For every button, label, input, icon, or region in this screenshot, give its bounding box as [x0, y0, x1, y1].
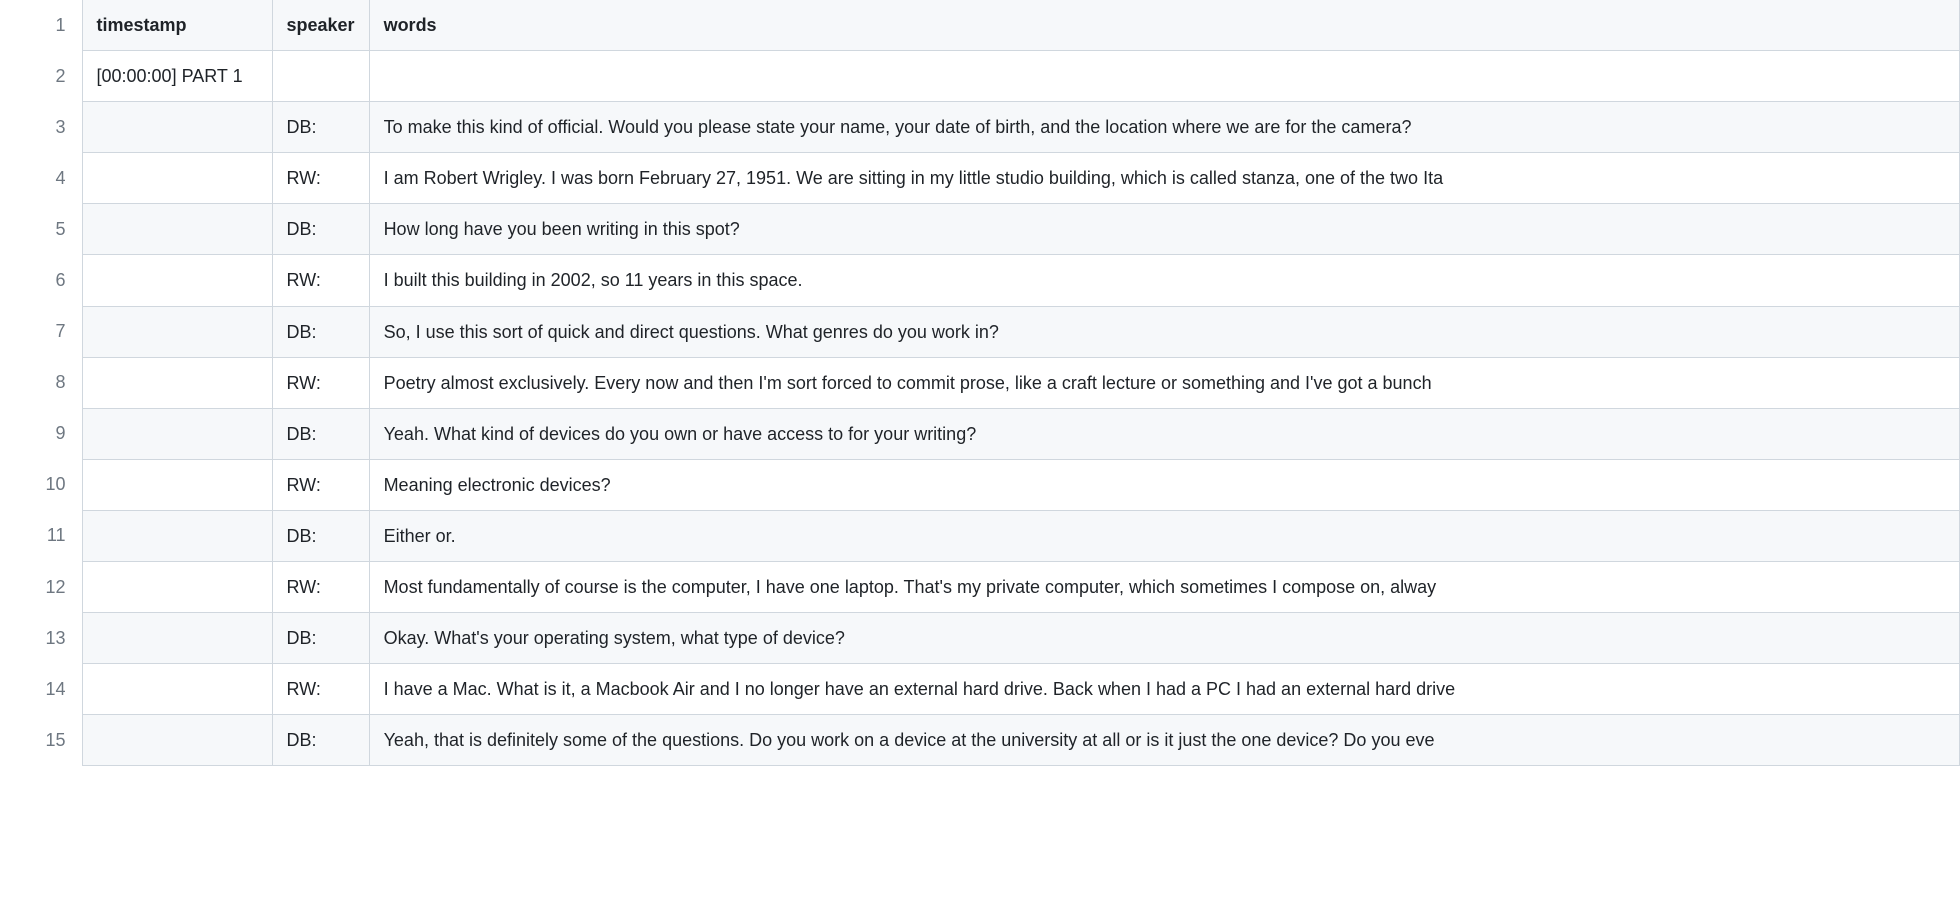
cell-speaker: RW: — [272, 255, 369, 306]
cell-words: Yeah. What kind of devices do you own or… — [369, 408, 1959, 459]
cell-timestamp: [00:00:00] PART 1 — [82, 51, 272, 102]
cell-words: Meaning electronic devices? — [369, 459, 1959, 510]
cell-speaker: DB: — [272, 510, 369, 561]
line-number: 7 — [0, 306, 82, 357]
cell-words: Yeah, that is definitely some of the que… — [369, 715, 1959, 766]
line-number: 4 — [0, 153, 82, 204]
cell-words: I am Robert Wrigley. I was born February… — [369, 153, 1959, 204]
line-number: 6 — [0, 255, 82, 306]
cell-words: I have a Mac. What is it, a Macbook Air … — [369, 664, 1959, 715]
table-row: 3 DB:To make this kind of official. Would… — [0, 102, 1960, 153]
col-header-timestamp: timestamp — [82, 0, 272, 51]
cell-speaker: RW: — [272, 664, 369, 715]
table-header-row: 1timestampspeakerwords — [0, 0, 1960, 51]
table-row: 14 RW:I have a Mac. What is it, a Macbook… — [0, 664, 1960, 715]
cell-timestamp — [82, 664, 272, 715]
line-number: 5 — [0, 204, 82, 255]
cell-speaker: RW: — [272, 562, 369, 613]
table-row: 9 DB:Yeah. What kind of devices do you ow… — [0, 408, 1960, 459]
cell-speaker: DB: — [272, 613, 369, 664]
line-number: 1 — [0, 0, 82, 51]
line-number: 3 — [0, 102, 82, 153]
line-number: 15 — [0, 715, 82, 766]
cell-speaker: DB: — [272, 715, 369, 766]
table-row: 7 DB:So, I use this sort of quick and dir… — [0, 306, 1960, 357]
table-row: 8 RW:Poetry almost exclusively. Every now… — [0, 357, 1960, 408]
cell-speaker: RW: — [272, 459, 369, 510]
cell-speaker — [272, 51, 369, 102]
line-number: 10 — [0, 459, 82, 510]
table-row: 15 DB:Yeah, that is definitely some of th… — [0, 715, 1960, 766]
cell-speaker: DB: — [272, 204, 369, 255]
table-row: 10 RW:Meaning electronic devices? — [0, 459, 1960, 510]
cell-timestamp — [82, 562, 272, 613]
cell-words: Okay. What's your operating system, what… — [369, 613, 1959, 664]
cell-speaker: RW: — [272, 357, 369, 408]
cell-timestamp — [82, 510, 272, 561]
cell-speaker: RW: — [272, 153, 369, 204]
table-row: 12 RW:Most fundamentally of course is the… — [0, 562, 1960, 613]
cell-timestamp — [82, 255, 272, 306]
line-number: 12 — [0, 562, 82, 613]
cell-timestamp — [82, 357, 272, 408]
line-number: 11 — [0, 510, 82, 561]
cell-timestamp — [82, 153, 272, 204]
line-number: 13 — [0, 613, 82, 664]
cell-timestamp — [82, 715, 272, 766]
cell-speaker: DB: — [272, 306, 369, 357]
cell-timestamp — [82, 306, 272, 357]
cell-words: Poetry almost exclusively. Every now and… — [369, 357, 1959, 408]
table-row: 2[00:00:00] PART 1 — [0, 51, 1960, 102]
col-header-words: words — [369, 0, 1959, 51]
col-header-speaker: speaker — [272, 0, 369, 51]
cell-words: Most fundamentally of course is the comp… — [369, 562, 1959, 613]
table-row: 4 RW:I am Robert Wrigley. I was born Febr… — [0, 153, 1960, 204]
cell-timestamp — [82, 102, 272, 153]
cell-words: Either or. — [369, 510, 1959, 561]
cell-words: To make this kind of official. Would you… — [369, 102, 1959, 153]
cell-timestamp — [82, 408, 272, 459]
cell-words — [369, 51, 1959, 102]
cell-timestamp — [82, 204, 272, 255]
table-row: 5 DB:How long have you been writing in th… — [0, 204, 1960, 255]
line-number: 2 — [0, 51, 82, 102]
table-row: 13 DB:Okay. What's your operating system,… — [0, 613, 1960, 664]
cell-speaker: DB: — [272, 102, 369, 153]
table-row: 6 RW:I built this building in 2002, so 11… — [0, 255, 1960, 306]
cell-words: I built this building in 2002, so 11 yea… — [369, 255, 1959, 306]
table-row: 11 DB:Either or. — [0, 510, 1960, 561]
line-number: 9 — [0, 408, 82, 459]
cell-words: So, I use this sort of quick and direct … — [369, 306, 1959, 357]
cell-speaker: DB: — [272, 408, 369, 459]
cell-timestamp — [82, 613, 272, 664]
cell-words: How long have you been writing in this s… — [369, 204, 1959, 255]
line-number: 14 — [0, 664, 82, 715]
line-number: 8 — [0, 357, 82, 408]
csv-table: 1timestampspeakerwords2[00:00:00] PART 1… — [0, 0, 1960, 766]
cell-timestamp — [82, 459, 272, 510]
